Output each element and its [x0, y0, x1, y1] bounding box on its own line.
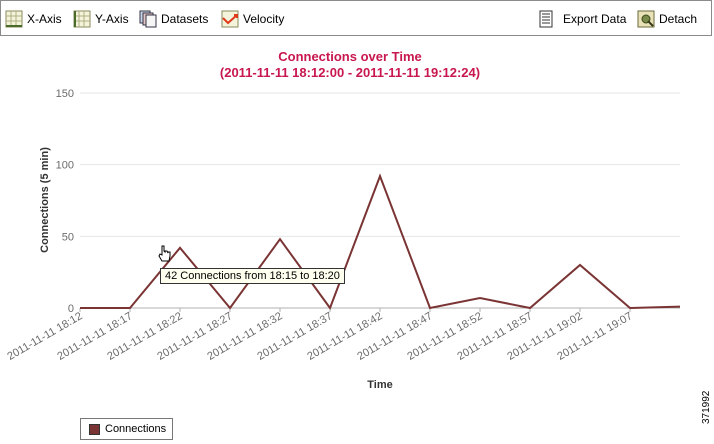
data-point-tooltip: 42 Connections from 18:15 to 18:20: [160, 268, 345, 284]
y-tick-label: 100: [56, 160, 74, 172]
datasets-icon: [139, 10, 157, 28]
detach-label: Detach: [659, 12, 698, 26]
connections-line-chart: Connections over Time (2011-11-11 18:12:…: [5, 49, 681, 391]
chart-title: Connections over Time: [278, 49, 422, 64]
x-axis-label: X-Axis: [27, 12, 62, 26]
velocity-button[interactable]: Velocity: [221, 7, 284, 31]
y-axis-button[interactable]: Y-Axis: [73, 7, 129, 31]
x-axis-button[interactable]: X-Axis: [5, 7, 62, 31]
y-axis-ticks: 050100150: [56, 88, 74, 315]
x-axis-title: Time: [367, 379, 392, 391]
velocity-label: Velocity: [243, 12, 285, 26]
export-data-button[interactable]: Export Data: [537, 7, 626, 31]
detach-button[interactable]: Detach: [637, 7, 697, 31]
y-axis-label: Y-Axis: [95, 12, 129, 26]
y-axis-grid-icon: [73, 10, 91, 28]
legend-swatch: [89, 423, 100, 435]
chart-toolbar: X-Axis Y-Axis Datasets Velocity Export D…: [0, 0, 712, 36]
datasets-button[interactable]: Datasets: [139, 7, 208, 31]
y-axis-title: Connections (5 min): [39, 147, 51, 253]
x-axis-grid-icon: [5, 10, 23, 28]
x-axis-ticks: 2011-11-11 18:122011-11-11 18:172011-11-…: [5, 308, 635, 363]
legend-label: Connections: [105, 423, 167, 435]
y-tick-label: 50: [62, 231, 74, 243]
hand-cursor-icon: [158, 245, 171, 262]
chart-gridlines: [80, 92, 680, 237]
chart-subtitle: (2011-11-11 18:12:00 - 2011-11-11 19:12:…: [220, 65, 480, 80]
detach-window-icon: [637, 10, 655, 28]
export-data-label: Export Data: [563, 12, 627, 26]
y-tick-label: 150: [56, 88, 74, 100]
connections-series-line[interactable]: [80, 173, 681, 311]
figure-id-label: 371992: [701, 390, 712, 424]
chart-legend[interactable]: Connections: [80, 418, 174, 440]
datasets-label: Datasets: [161, 12, 209, 26]
export-document-icon: [537, 10, 555, 28]
velocity-chart-icon: [221, 10, 239, 28]
